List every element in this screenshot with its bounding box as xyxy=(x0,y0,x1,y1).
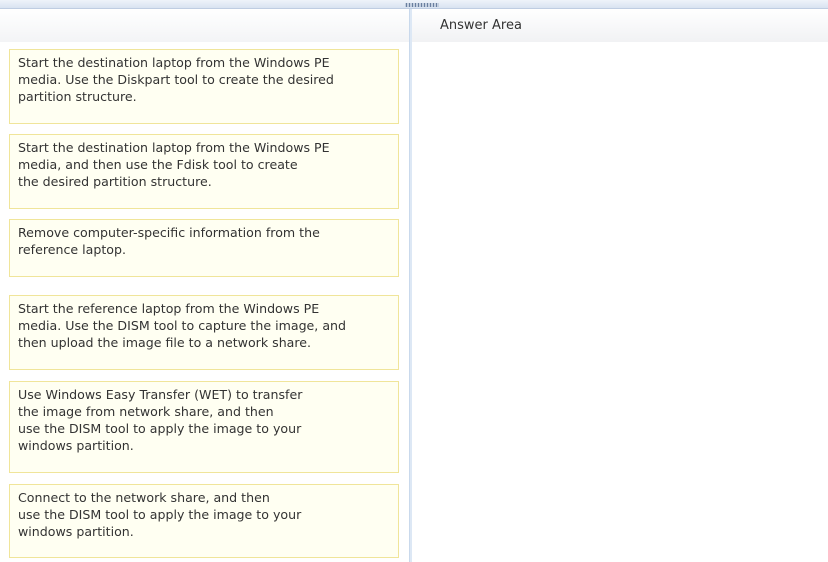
item-text-line: reference laptop. xyxy=(18,242,126,257)
item-text-line: use the DISM tool to apply the image to … xyxy=(18,507,302,522)
draggable-item-3[interactable]: Remove computer-specific information fro… xyxy=(9,219,399,277)
item-text-line: then upload the image file to a network … xyxy=(18,335,312,350)
draggable-item-2[interactable]: Start the destination laptop from the Wi… xyxy=(9,134,399,209)
item-text-line: windows partition. xyxy=(18,438,134,453)
item-text-line: windows partition. xyxy=(18,524,134,539)
grip-handle-icon[interactable] xyxy=(405,3,439,7)
item-text-line: use the DISM tool to apply the image to … xyxy=(18,421,302,436)
answer-area-title: Answer Area xyxy=(440,18,522,33)
panel-resize-bar[interactable] xyxy=(0,0,828,9)
item-text-line: Remove computer-specific information fro… xyxy=(18,225,320,240)
item-text-line: media. Use the Diskpart tool to create t… xyxy=(18,72,334,87)
item-text-line: Use Windows Easy Transfer (WET) to trans… xyxy=(18,387,303,402)
draggable-item-1[interactable]: Start the destination laptop from the Wi… xyxy=(9,49,399,124)
item-text-line: Connect to the network share, and then xyxy=(18,490,270,505)
draggable-item-6[interactable]: Connect to the network share, and then u… xyxy=(9,484,399,558)
answer-area-panel[interactable]: Answer Area xyxy=(412,9,828,562)
source-items-panel: Start the destination laptop from the Wi… xyxy=(0,9,409,562)
item-text-line: the image from network share, and then xyxy=(18,404,274,419)
item-text-line: Start the reference laptop from the Wind… xyxy=(18,301,320,316)
item-text-line: the desired partition structure. xyxy=(18,174,212,189)
draggable-item-4[interactable]: Start the reference laptop from the Wind… xyxy=(9,295,399,370)
item-text-line: partition structure. xyxy=(18,89,137,104)
source-panel-header xyxy=(0,9,409,42)
item-text-line: media. Use the DISM tool to capture the … xyxy=(18,318,347,333)
item-text-line: Start the destination laptop from the Wi… xyxy=(18,140,330,155)
draggable-item-5[interactable]: Use Windows Easy Transfer (WET) to trans… xyxy=(9,381,399,473)
answer-area-header: Answer Area xyxy=(412,9,828,42)
drag-drop-question: Start the destination laptop from the Wi… xyxy=(0,0,828,562)
item-text-line: media, and then use the Fdisk tool to cr… xyxy=(18,157,298,172)
item-text-line: Start the destination laptop from the Wi… xyxy=(18,55,330,70)
